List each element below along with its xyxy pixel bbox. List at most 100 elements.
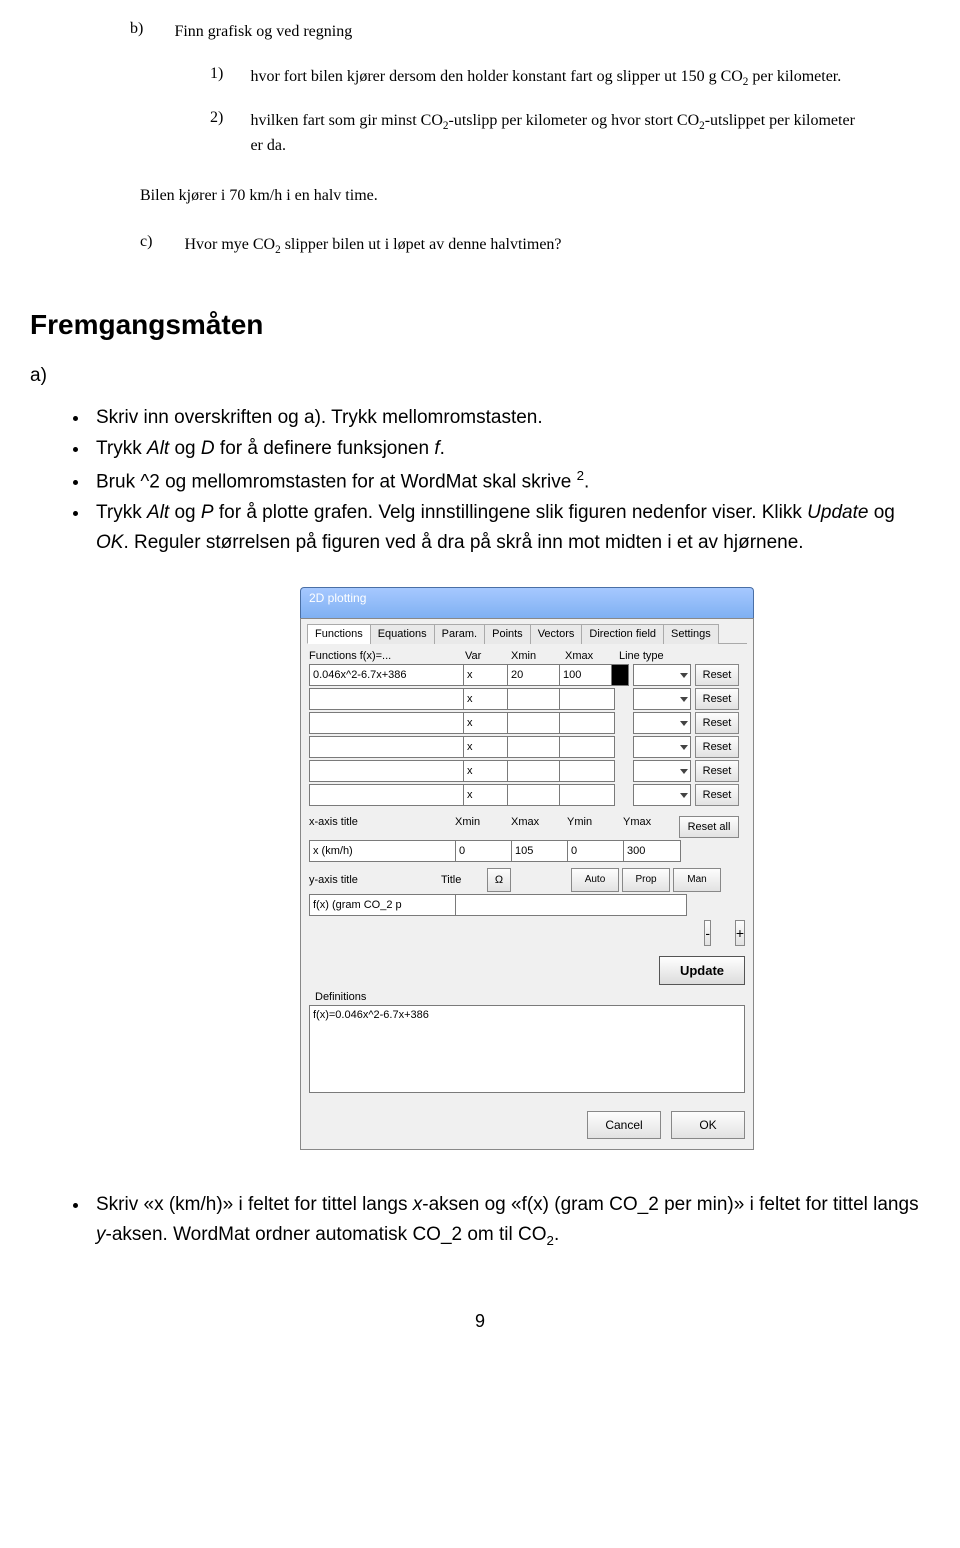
tab-equations[interactable]: Equations <box>370 624 435 644</box>
tab-functions[interactable]: Functions <box>307 624 371 644</box>
xmin-input-1[interactable] <box>507 664 563 686</box>
instruction-list: Skriv inn overskriften og a). Trykk mell… <box>90 403 930 558</box>
omega-button[interactable]: Ω <box>487 868 511 892</box>
cancel-button[interactable]: Cancel <box>587 1111 661 1139</box>
tab-param[interactable]: Param. <box>434 624 485 644</box>
heading-fremgangsmaten: Fremgangsmåten <box>30 309 930 341</box>
linetype-dd-5[interactable] <box>633 760 691 782</box>
col-var: Var <box>465 650 505 662</box>
bottom-instruction: Skriv «x (km/h)» i feltet for tittel lan… <box>90 1190 930 1251</box>
chevron-down-icon <box>680 697 688 702</box>
yaxis-title-input[interactable] <box>309 894 457 916</box>
var-input-4[interactable] <box>463 736 511 758</box>
xmin-input-4[interactable] <box>507 736 563 758</box>
xmax-input[interactable] <box>511 840 569 862</box>
bullet-4: Trykk Alt og P for å plotte grafen. Velg… <box>90 498 930 557</box>
func-row-3: Reset <box>309 712 745 734</box>
num-2-text: hvilken fart som gir minst CO2-utslipp p… <box>250 109 870 158</box>
definitions-area[interactable]: f(x)=0.046x^2-6.7x+386 <box>309 1005 745 1093</box>
xmax-input-5[interactable] <box>559 760 615 782</box>
bottom-bullet: Skriv «x (km/h)» i feltet for tittel lan… <box>90 1190 930 1251</box>
fx-input-6[interactable] <box>309 784 467 806</box>
reset-button-4[interactable]: Reset <box>695 736 739 758</box>
linetype-dd-4[interactable] <box>633 736 691 758</box>
func-row-4: Reset <box>309 736 745 758</box>
label-c: c) <box>140 233 180 251</box>
xmin-input[interactable] <box>455 840 513 862</box>
func-row-1: Reset <box>309 664 745 686</box>
xmax-input-2[interactable] <box>559 688 615 710</box>
bullet-1: Skriv inn overskriften og a). Trykk mell… <box>90 403 930 432</box>
col-xmin: Xmin <box>511 650 559 662</box>
tab-vectors[interactable]: Vectors <box>530 624 583 644</box>
color-swatch-1[interactable] <box>611 664 629 686</box>
reset-button-5[interactable]: Reset <box>695 760 739 782</box>
minus-button[interactable]: - <box>704 920 711 946</box>
fx-input-5[interactable] <box>309 760 467 782</box>
plus-button[interactable]: + <box>735 920 745 946</box>
title-label: Title <box>441 874 481 886</box>
fx-input-4[interactable] <box>309 736 467 758</box>
reset-button-1[interactable]: Reset <box>695 664 739 686</box>
var-input-2[interactable] <box>463 688 511 710</box>
reset-button-2[interactable]: Reset <box>695 688 739 710</box>
man-button[interactable]: Man <box>673 868 721 892</box>
dialog-titlebar: 2D plotting <box>300 587 754 618</box>
yaxis-title-label: y-axis title <box>309 874 435 886</box>
xmin-input-5[interactable] <box>507 760 563 782</box>
num-1-text: hvor fort bilen kjører dersom den holder… <box>250 65 870 90</box>
reset-button-6[interactable]: Reset <box>695 784 739 806</box>
xmin-input-3[interactable] <box>507 712 563 734</box>
var-input-6[interactable] <box>463 784 511 806</box>
linetype-dd-1[interactable] <box>633 664 691 686</box>
xmax-input-4[interactable] <box>559 736 615 758</box>
tab-direction-field[interactable]: Direction field <box>581 624 664 644</box>
var-input-3[interactable] <box>463 712 511 734</box>
xmin-label: Xmin <box>455 816 505 838</box>
ok-button[interactable]: OK <box>671 1111 745 1139</box>
fx-input-2[interactable] <box>309 688 467 710</box>
label-a: a) <box>30 365 930 387</box>
tab-points[interactable]: Points <box>484 624 531 644</box>
func-row-5: Reset <box>309 760 745 782</box>
resetall-button[interactable]: Reset all <box>679 816 739 838</box>
ymin-input[interactable] <box>567 840 625 862</box>
ymax-input[interactable] <box>623 840 681 862</box>
xmin-input-2[interactable] <box>507 688 563 710</box>
xmin-input-6[interactable] <box>507 784 563 806</box>
mid-statement: Bilen kjører i 70 km/h i en halv time. <box>140 187 930 205</box>
text-c: Hvor mye CO2 slipper bilen ut i løpet av… <box>184 233 884 258</box>
sub-list: 1) hvor fort bilen kjører dersom den hol… <box>210 65 930 157</box>
linetype-dd-6[interactable] <box>633 784 691 806</box>
linetype-dd-2[interactable] <box>633 688 691 710</box>
fx-input-3[interactable] <box>309 712 467 734</box>
col-xmax: Xmax <box>565 650 613 662</box>
linetype-dd-3[interactable] <box>633 712 691 734</box>
var-input-5[interactable] <box>463 760 511 782</box>
title-input[interactable] <box>455 894 687 916</box>
prop-button[interactable]: Prop <box>622 868 670 892</box>
var-input-1[interactable] <box>463 664 511 686</box>
chevron-down-icon <box>680 745 688 750</box>
xaxis-title-input[interactable] <box>309 840 457 862</box>
dialog-tabs: Functions Equations Param. Points Vector… <box>307 623 747 644</box>
fx-input-1[interactable] <box>309 664 467 686</box>
tab-settings[interactable]: Settings <box>663 624 719 644</box>
label-b: b) <box>130 20 170 38</box>
col-linetype: Line type <box>619 650 699 662</box>
definitions-label: Definitions <box>315 991 747 1003</box>
auto-button[interactable]: Auto <box>571 868 619 892</box>
page-number: 9 <box>30 1311 930 1332</box>
ymax-label: Ymax <box>623 816 673 838</box>
chevron-down-icon <box>680 721 688 726</box>
update-button[interactable]: Update <box>659 956 745 985</box>
col-func: Functions f(x)=... <box>309 650 459 662</box>
chevron-down-icon <box>680 793 688 798</box>
reset-button-3[interactable]: Reset <box>695 712 739 734</box>
xmax-input-3[interactable] <box>559 712 615 734</box>
xmax-input-1[interactable] <box>559 664 615 686</box>
xmax-input-6[interactable] <box>559 784 615 806</box>
num-2: 2) <box>210 109 246 127</box>
exercise-b: b) Finn grafisk og ved regning <box>130 20 930 43</box>
xmax-label: Xmax <box>511 816 561 838</box>
